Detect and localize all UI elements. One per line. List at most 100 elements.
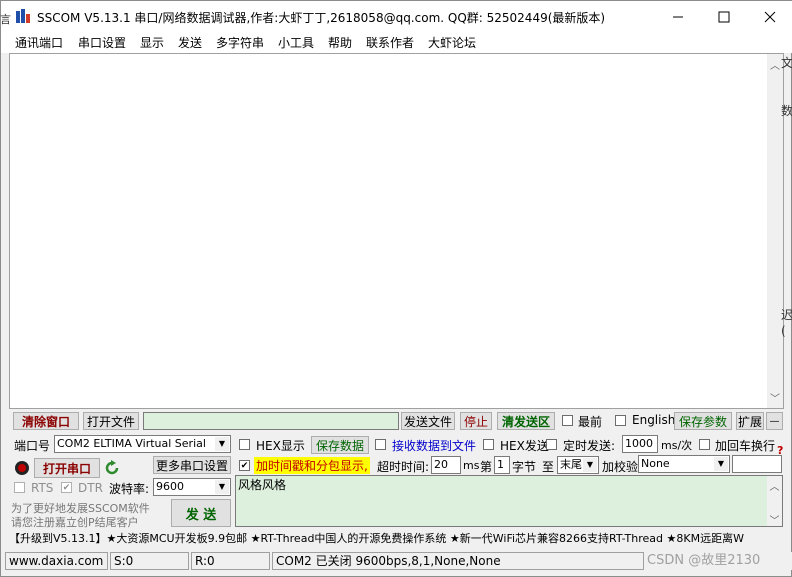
save-params-button[interactable]: 保存参数 [674,412,732,430]
send-scrollbar[interactable]: ︿ ﹀ [767,476,782,527]
port-label: 端口号 [14,439,51,453]
byte-end-select[interactable]: 末尾 ▼ [557,456,599,474]
status-send-count: S:0 [110,552,189,570]
status-port-state: COM2 已关闭 9600bps,8,1,None,None [272,552,644,570]
dtr-checkbox[interactable]: ✔ [61,482,72,493]
ad-line-2: 请您注册嘉立创P结尾客户 [11,516,139,529]
byte-unit: 字节 [512,460,537,474]
menu-serial-settings[interactable]: 串口设置 [78,34,126,51]
left-fragment: 言 [0,13,11,26]
checksum-select-value: None [641,457,670,470]
hex-display-checkbox[interactable] [239,439,250,450]
scroll-up-icon[interactable]: ︿ [767,478,782,493]
side-fragment-1: 文 [781,56,792,70]
clear-send-area-button[interactable]: 清发送区 [497,412,555,430]
maximize-button[interactable] [701,1,747,32]
byte-to: 至 [542,460,555,474]
timeout-input[interactable]: 20 [431,456,461,474]
timed-send-label: 定时发送: [563,439,616,453]
menu-send[interactable]: 发送 [178,34,202,51]
open-port-button[interactable]: 打开串口 [34,458,100,478]
menu-display[interactable]: 显示 [140,34,164,51]
minimize-button[interactable] [655,1,701,32]
add-crlf-label: 加回车换行 [715,439,776,453]
window-title: SSCOM V5.13.1 串口/网络数据调试器,作者:大虾丁丁,2618058… [37,11,606,25]
news-ticker[interactable]: 【升级到V5.13.1】★大资源MCU开发板9.9包邮 ★RT-Thread中国… [9,530,783,548]
port-select-value: COM2 ELTIMA Virtual Serial [57,437,206,450]
file-path-input[interactable] [143,412,399,430]
rts-label: RTS [31,481,54,495]
english-checkbox[interactable] [615,415,626,426]
side-fragment-3: 迟 [781,308,792,322]
more-port-settings-button[interactable]: 更多串口设置 [153,456,231,474]
recv-to-file-label: 接收数据到文件 [392,439,477,453]
title-bar: SSCOM V5.13.1 串口/网络数据调试器,作者:大虾丁丁,2618058… [1,1,792,32]
send-file-button[interactable]: 发送文件 [401,412,455,430]
rts-checkbox[interactable] [14,482,25,493]
hex-send-label: HEX发送 [500,439,549,453]
minimize-icon [673,16,683,17]
english-label: English [632,413,676,427]
status-site[interactable]: www.daxia.com [5,552,108,570]
menu-multi-string[interactable]: 多字符串 [216,34,264,51]
clear-window-button[interactable]: 清除窗口 [13,412,79,430]
timestamp-checkbox[interactable]: ✔ [239,460,250,471]
chevron-down-icon: ▼ [583,458,597,472]
menu-tools[interactable]: 小工具 [278,34,314,51]
recv-to-file-checkbox[interactable] [375,439,386,450]
close-icon [764,11,776,22]
chevron-down-icon: ▼ [215,437,229,451]
menu-contact-author[interactable]: 联系作者 [366,34,414,51]
sscom-app-icon [16,9,30,23]
chevron-down-icon: ▼ [714,457,728,471]
menu-comm-port[interactable]: 通讯端口 [15,34,63,51]
side-fragment-2: 数 [781,104,792,118]
byte-prefix: 第 [480,460,493,474]
port-status-icon [15,461,29,475]
timed-send-checkbox[interactable] [546,439,557,450]
open-file-button[interactable]: 打开文件 [83,412,139,430]
send-button[interactable]: 发 送 [171,499,231,527]
timestamp-label: 加时间戳和分包显示, [254,457,370,474]
hex-send-checkbox[interactable] [483,439,494,450]
menu-help[interactable]: 帮助 [328,34,352,51]
save-data-button[interactable]: 保存数据 [311,436,369,454]
close-button[interactable] [747,1,792,32]
status-bar: www.daxia.com S:0 R:0 COM2 已关闭 9600bps,8… [1,552,792,570]
collapse-button[interactable]: — [766,412,783,430]
interval-input[interactable]: 1000 [622,435,658,453]
maximize-icon [718,11,730,22]
menu-bar: 通讯端口 串口设置 显示 发送 多字符串 小工具 帮助 联系作者 大虾论坛 [1,32,792,53]
baud-select[interactable]: 9600 ▼ [153,478,231,496]
port-select[interactable]: COM2 ELTIMA Virtual Serial ▼ [54,435,231,453]
baud-label: 波特率: [109,482,150,496]
add-crlf-checkbox[interactable] [699,439,710,450]
timeout-label: 超时时间: [377,460,430,474]
dtr-label: DTR [78,481,103,495]
byte-from-input[interactable]: 1 [494,456,510,474]
chevron-down-icon: ▼ [215,480,229,494]
checksum-select[interactable]: None ▼ [638,455,730,473]
scroll-down-icon[interactable]: ﹀ [767,390,783,405]
interval-unit: ms/次 [661,439,693,452]
send-text-area[interactable]: 风格风格 ︿ ﹀ [235,475,783,527]
checksum-label: 加校验 [602,460,639,474]
refresh-icon[interactable] [104,460,120,476]
checksum-extra-field[interactable] [732,455,782,473]
watermark: CSDN @故里2130 [647,553,761,568]
stop-button[interactable]: 停止 [460,412,492,430]
status-recv-count: R:0 [191,552,270,570]
send-text: 风格风格 [238,478,287,492]
receive-area[interactable]: ︿ ﹀ [9,53,784,409]
byte-end-value: 末尾 [560,458,582,471]
hex-display-label: HEX显示 [256,439,305,453]
timeout-unit: ms [463,459,480,472]
expand-button[interactable]: 扩展 [736,412,764,430]
baud-select-value: 9600 [156,480,184,493]
scroll-down-icon[interactable]: ﹀ [767,512,782,527]
topmost-label: 最前 [578,415,603,429]
side-fragment-4: ( [781,324,786,338]
topmost-checkbox[interactable] [562,415,573,426]
menu-forum[interactable]: 大虾论坛 [428,34,476,51]
app-window: SSCOM V5.13.1 串口/网络数据调试器,作者:大虾丁丁,2618058… [0,0,792,577]
